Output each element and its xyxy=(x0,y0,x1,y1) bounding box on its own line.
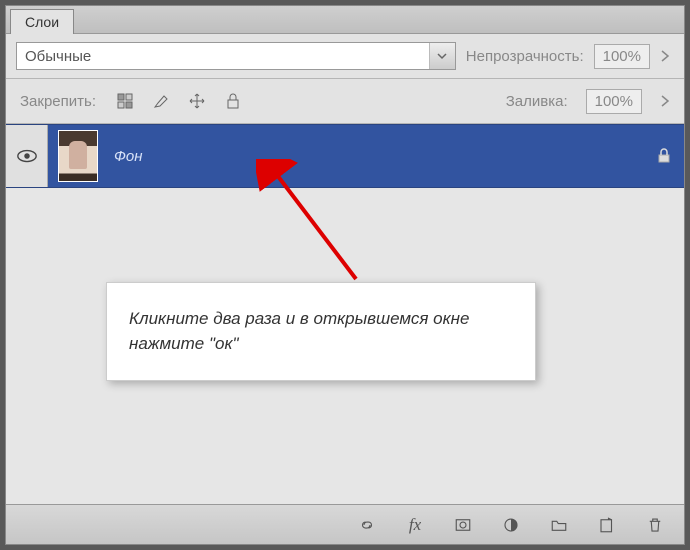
lock-brush-icon[interactable] xyxy=(150,90,172,112)
fill-value[interactable]: 100% xyxy=(586,89,642,114)
delete-layer-icon[interactable] xyxy=(642,512,668,538)
blend-opacity-row: Обычные Непрозрачность: 100% xyxy=(6,34,684,79)
blend-mode-value: Обычные xyxy=(17,48,429,65)
link-layers-icon[interactable] xyxy=(354,512,380,538)
opacity-step-right-icon[interactable] xyxy=(656,42,674,70)
footer-toolbar: fx xyxy=(6,504,684,544)
blend-mode-select[interactable]: Обычные xyxy=(16,42,456,70)
layer-style-fx-icon[interactable]: fx xyxy=(402,512,428,538)
layer-row-background[interactable]: Фон xyxy=(6,124,684,188)
adjustment-layer-icon[interactable] xyxy=(498,512,524,538)
instruction-callout: Кликните два раза и в открывшемся окне н… xyxy=(106,282,536,381)
lock-label: Закрепить: xyxy=(16,93,100,110)
lock-transparency-icon[interactable] xyxy=(114,90,136,112)
lock-move-icon[interactable] xyxy=(186,90,208,112)
layer-name[interactable]: Фон xyxy=(108,148,644,165)
new-layer-icon[interactable] xyxy=(594,512,620,538)
tab-strip: Слои xyxy=(6,6,684,34)
layer-lock-icon xyxy=(644,148,684,164)
tab-layers[interactable]: Слои xyxy=(10,9,74,34)
layer-thumbnail[interactable] xyxy=(58,130,98,182)
opacity-label: Непрозрачность: xyxy=(462,48,588,65)
chevron-down-icon[interactable] xyxy=(429,43,455,69)
opacity-value[interactable]: 100% xyxy=(594,44,650,69)
layer-mask-icon[interactable] xyxy=(450,512,476,538)
new-group-icon[interactable] xyxy=(546,512,572,538)
lock-all-icon[interactable] xyxy=(222,90,244,112)
fill-label: Заливка: xyxy=(502,93,572,110)
layer-list: Фон Кликните два раза и в открывшемся ок… xyxy=(6,124,684,504)
callout-text: Кликните два раза и в открывшемся окне н… xyxy=(129,309,469,353)
visibility-toggle[interactable] xyxy=(6,125,48,187)
lock-fill-row: Закрепить: Заливка: 100% xyxy=(6,79,684,124)
fill-step-right-icon[interactable] xyxy=(656,87,674,115)
